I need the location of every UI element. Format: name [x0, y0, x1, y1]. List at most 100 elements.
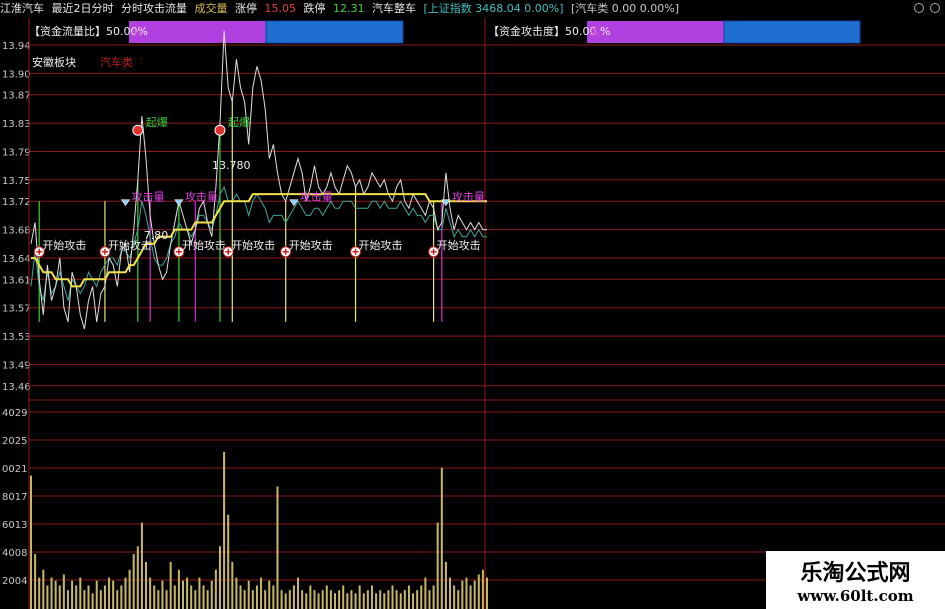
volume-bar — [412, 593, 415, 609]
start-attack-label: 开始攻击 — [42, 238, 86, 252]
surge-marker — [214, 124, 226, 136]
volume-bar — [231, 561, 234, 609]
volume-bar — [177, 569, 180, 609]
attack-volume-label: 攻击量 — [300, 190, 333, 204]
volume-bar — [292, 585, 295, 609]
volume-bar — [407, 585, 410, 609]
volume-bar — [420, 585, 423, 609]
volume-bar — [399, 593, 402, 609]
volume-bar — [120, 585, 123, 609]
volume-bar — [218, 546, 221, 609]
volume-bar — [481, 569, 484, 609]
volume-bar — [223, 452, 226, 609]
watermark-url: www.60lt.com — [797, 587, 914, 605]
volume-bar — [280, 590, 283, 609]
price-tick-label: 13.87 — [2, 91, 31, 102]
volume-tick-label: 4008 — [2, 548, 27, 559]
price-tick-label: 13.94 — [2, 41, 31, 52]
volume-bar — [473, 580, 476, 609]
partial-price-label: 7.80 — [144, 229, 169, 242]
volume-bar — [194, 590, 197, 609]
volume-bar — [461, 580, 464, 609]
volume-bar — [227, 514, 230, 609]
price-tick-label: 13.90 — [2, 69, 31, 80]
price-tick-label: 13.68 — [2, 226, 31, 237]
sector-board-label: 安徽板块 — [32, 56, 76, 69]
volume-bar — [182, 580, 184, 609]
volume-bar — [161, 580, 164, 609]
volume-bar — [260, 577, 263, 609]
volume-bar — [46, 585, 49, 609]
watermark-title: 乐淘公式网 — [800, 561, 911, 586]
volume-bar — [416, 590, 419, 609]
volume-bar — [91, 593, 94, 609]
volume-tick-label: 8017 — [2, 492, 27, 503]
volume-bar — [50, 577, 53, 609]
price-tick-label: 13.79 — [2, 148, 31, 159]
volume-bar — [124, 577, 127, 609]
volume-bar — [428, 590, 431, 609]
volume-bar — [186, 577, 189, 609]
volume-bar — [370, 585, 373, 609]
attack-diamond-icon — [174, 199, 184, 207]
volume-bar — [403, 590, 406, 609]
volume-bar — [202, 585, 205, 609]
price-mark-label: 13.780 — [212, 159, 251, 172]
volume-bar — [305, 593, 308, 609]
attack-diamond-icon — [120, 199, 131, 207]
volume-bar — [329, 590, 332, 609]
volume-bar — [387, 590, 390, 609]
volume-bar — [206, 590, 209, 609]
volume-bar — [214, 569, 217, 609]
volume-bar — [66, 590, 69, 609]
volume-bar — [313, 590, 316, 609]
price-tick-label: 13.57 — [2, 304, 31, 315]
volume-bar — [395, 590, 398, 609]
attack-buy: 买 — [589, 25, 600, 38]
volume-bar — [157, 590, 160, 609]
price-tick-label: 13.75 — [2, 176, 31, 187]
attack-blue-bar — [723, 20, 861, 44]
volume-bar — [251, 590, 254, 609]
price-tick-label: 13.83 — [2, 119, 31, 130]
volume-bar — [71, 580, 74, 609]
volume-bar — [301, 590, 304, 609]
price-tick-label: 13.64 — [2, 254, 31, 265]
volume-bar — [317, 593, 320, 609]
volume-bar — [346, 593, 349, 609]
volume-tick-label: 0021 — [2, 464, 27, 475]
volume-bar — [132, 554, 135, 609]
start-attack-label: 开始攻击 — [359, 238, 403, 252]
volume-bar — [309, 585, 312, 609]
price-tick-label: 13.72 — [2, 197, 31, 208]
volume-bar — [30, 475, 32, 609]
volume-bar — [79, 577, 82, 609]
flow-ratio-blue-bar — [265, 20, 404, 44]
volume-bar — [83, 590, 86, 609]
volume-bar — [297, 577, 300, 609]
volume-bar — [366, 590, 369, 609]
volume-bar — [103, 585, 106, 609]
volume-bar — [87, 585, 90, 609]
volume-tick-label: 4029 — [2, 408, 27, 419]
volume-bar — [34, 554, 37, 609]
volume-bar — [288, 590, 291, 609]
flow-ratio-buy: 买 — [131, 25, 142, 38]
volume-bar — [350, 590, 353, 609]
volume-bar — [465, 577, 468, 609]
volume-bar — [95, 580, 98, 609]
volume-bar — [75, 585, 78, 609]
volume-tick-label: 2025 — [2, 436, 27, 447]
volume-bar — [62, 574, 65, 609]
volume-bar — [444, 561, 447, 609]
price-tick-label: 13.46 — [2, 382, 31, 393]
volume-bar — [54, 580, 57, 609]
volume-bar — [477, 574, 480, 609]
volume-bar — [375, 593, 378, 609]
volume-bar — [190, 585, 193, 609]
start-attack-label: 开始攻击 — [182, 238, 226, 252]
volume-bar — [325, 585, 328, 609]
price-tick-label: 13.49 — [2, 361, 31, 372]
volume-bar — [342, 585, 345, 609]
volume-bar — [383, 593, 386, 609]
